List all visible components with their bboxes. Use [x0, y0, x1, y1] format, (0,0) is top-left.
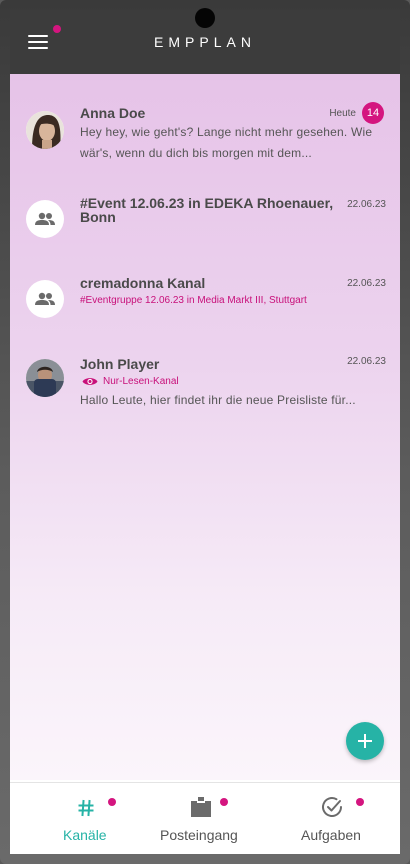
unread-badge: 14 — [362, 102, 384, 124]
avatar — [26, 111, 64, 149]
plus-icon — [358, 734, 372, 748]
avatar-photo — [26, 359, 64, 397]
list-item[interactable]: #Event 12.06.23 in EDEKA Rhoenauer, Bonn… — [10, 174, 400, 254]
conversation-title: #Event 12.06.23 in EDEKA Rhoenauer, Bonn — [80, 195, 334, 225]
group-icon — [35, 212, 55, 225]
nav-label: Aufgaben — [301, 827, 361, 843]
inbox-icon — [191, 797, 211, 817]
app-title: EMPPLAN — [154, 34, 256, 50]
bottom-navigation: Kanäle Posteingang Aufgaben — [10, 782, 400, 854]
conversation-preview: Hey hey, wie geht's? Lange nicht mehr ge… — [80, 125, 373, 160]
add-button[interactable] — [346, 722, 384, 760]
avatar-photo — [26, 111, 64, 149]
nav-label: Posteingang — [160, 827, 238, 843]
list-item[interactable]: John Player 22.06.23 Nur-Lesen-Kanal Hal… — [10, 332, 400, 422]
nav-notification-dot — [108, 798, 116, 806]
conversation-list: Anna Doe Heute 14 Hey hey, wie geht's? L… — [10, 74, 400, 780]
avatar — [26, 359, 64, 397]
group-icon — [35, 292, 55, 305]
nav-label: Kanäle — [63, 827, 107, 843]
menu-notification-dot — [53, 25, 61, 33]
conversation-title: cremadonna Kanal — [80, 275, 206, 291]
avatar — [26, 280, 64, 318]
check-circle-icon — [322, 797, 342, 817]
nav-notification-dot — [220, 798, 228, 806]
conversation-preview: Hallo Leute, hier findet ihr die neue Pr… — [80, 393, 356, 407]
conversation-date: 22.06.23 — [347, 199, 386, 210]
nav-item-posteingang[interactable]: Posteingang — [150, 783, 260, 854]
hash-icon — [78, 799, 94, 817]
conversation-date: 22.06.23 — [347, 278, 386, 289]
list-item[interactable]: cremadonna Kanal 22.06.23 #Eventgruppe 1… — [10, 254, 400, 332]
app-screen: EMPPLAN Anna Doe Heute 14 Hey hey, wie g… — [10, 10, 400, 854]
eye-icon — [82, 378, 98, 385]
avatar — [26, 200, 64, 238]
nav-item-aufgaben[interactable]: Aufgaben — [295, 783, 385, 854]
readonly-channel-label: Nur-Lesen-Kanal — [103, 376, 179, 387]
conversation-date: 22.06.23 — [347, 356, 386, 367]
conversation-title: Anna Doe — [80, 105, 146, 121]
nav-item-kanaele[interactable]: Kanäle — [50, 783, 120, 854]
conversation-subtitle: #Eventgruppe 12.06.23 in Media Markt III… — [80, 295, 307, 306]
conversation-date: Heute — [329, 108, 356, 119]
nav-notification-dot — [356, 798, 364, 806]
list-item[interactable]: Anna Doe Heute 14 Hey hey, wie geht's? L… — [10, 74, 400, 174]
camera-notch — [195, 8, 215, 28]
conversation-title: John Player — [80, 356, 160, 372]
